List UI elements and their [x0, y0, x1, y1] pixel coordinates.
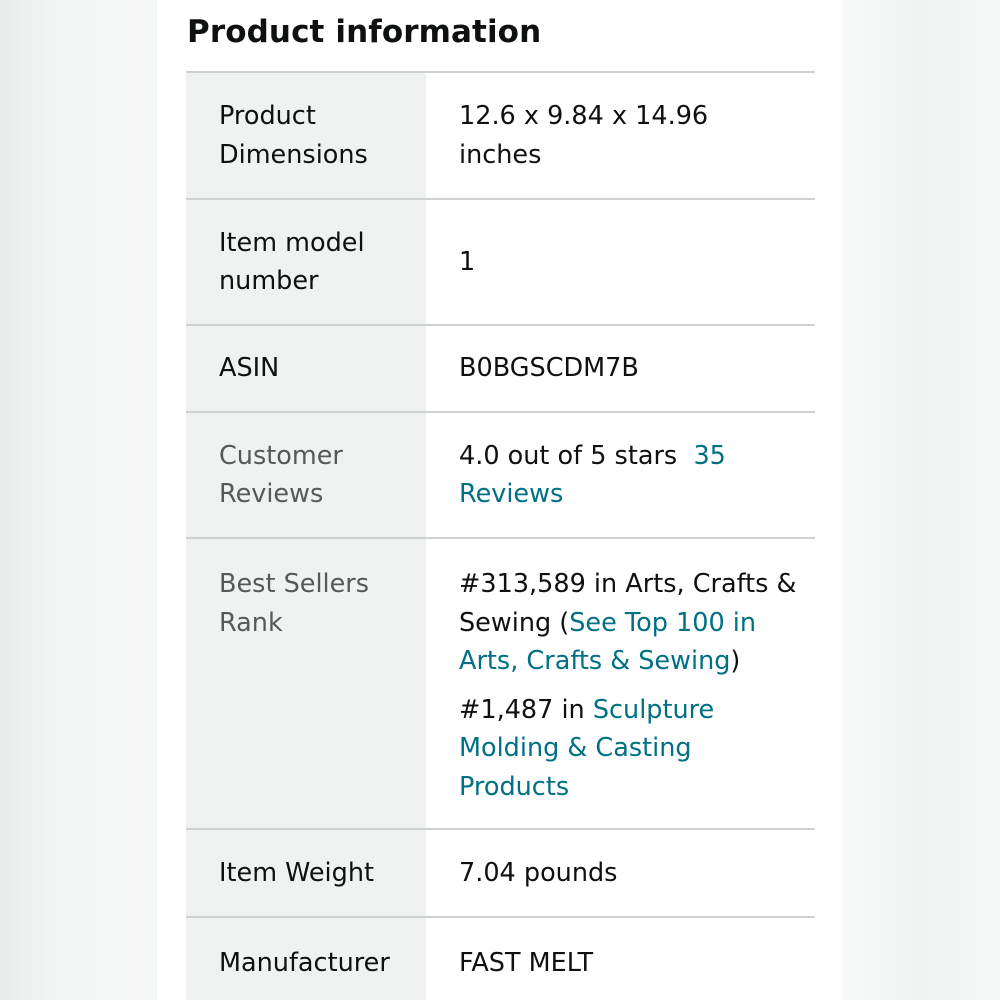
row-value: #313,589 in Arts, Crafts & Sewing (See T…	[426, 539, 815, 828]
row-label: Manufacturer	[186, 918, 426, 1000]
table-row-dimensions: Product Dimensions 12.6 x 9.84 x 14.96 i…	[186, 73, 815, 200]
product-info-table: Product Dimensions 12.6 x 9.84 x 14.96 i…	[186, 71, 815, 1000]
row-value: B0BGSCDM7B	[459, 353, 639, 384]
table-row-item-weight: Item Weight 7.04 pounds	[186, 830, 815, 918]
row-value: FAST MELT	[459, 948, 594, 978]
rank-line-2: #1,487 in Sculpture Molding & Casting Pr…	[459, 691, 797, 807]
row-label: Item model number	[186, 200, 426, 324]
row-value: 4.0 out of 5 stars 35 Reviews	[426, 413, 815, 537]
rank-line-1: #313,589 in Arts, Crafts & Sewing (See T…	[459, 565, 797, 681]
table-row-model-number: Item model number 1	[186, 200, 815, 326]
table-row-best-sellers-rank: Best Sellers Rank #313,589 in Arts, Craf…	[186, 539, 815, 830]
section-title: Product information	[187, 14, 542, 50]
row-label: Customer Reviews	[186, 413, 426, 537]
rank-text: )	[730, 646, 741, 676]
rating-text: 4.0 out of 5 stars	[459, 440, 678, 471]
row-label: Item Weight	[186, 830, 426, 916]
table-row-customer-reviews: Customer Reviews 4.0 out of 5 stars 35 R…	[186, 413, 815, 539]
row-label: ASIN	[186, 326, 426, 411]
row-value: 12.6 x 9.84 x 14.96 inches	[459, 101, 709, 170]
row-value: 7.04 pounds	[459, 857, 618, 888]
product-information-card: Product information Product Dimensions 1…	[157, 0, 843, 1000]
row-value: 1	[459, 246, 476, 277]
page: Product information Product Dimensions 1…	[0, 0, 1000, 1000]
table-row-asin: ASIN B0BGSCDM7B	[186, 326, 815, 413]
row-label: Best Sellers Rank	[186, 539, 426, 828]
row-label: Product Dimensions	[186, 73, 426, 198]
rank-text: #1,487 in	[459, 694, 593, 725]
table-row-manufacturer: Manufacturer FAST MELT	[186, 918, 815, 1000]
